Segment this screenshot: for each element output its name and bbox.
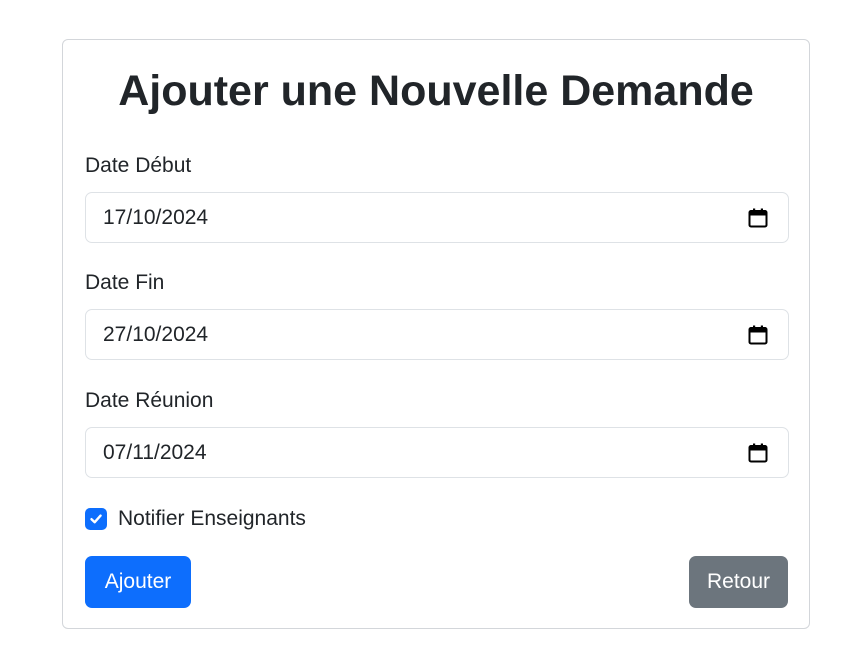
date-fin-label: Date Fin	[85, 271, 165, 294]
request-form-card: Ajouter une Nouvelle Demande Date Début …	[62, 39, 810, 629]
calendar-icon[interactable]	[748, 325, 768, 345]
notify-teachers-row: Notifier Enseignants	[85, 504, 306, 534]
calendar-icon[interactable]	[748, 443, 768, 463]
date-debut-value: 17/10/2024	[103, 206, 209, 229]
date-reunion-input[interactable]: 07/11/2024	[85, 427, 789, 478]
checkmark-icon	[90, 514, 102, 524]
retour-button[interactable]: Retour	[689, 556, 788, 608]
date-reunion-label: Date Réunion	[85, 389, 214, 412]
date-fin-input[interactable]: 27/10/2024	[85, 309, 789, 360]
date-debut-label: Date Début	[85, 154, 192, 177]
date-fin-value: 27/10/2024	[103, 323, 209, 346]
ajouter-button[interactable]: Ajouter	[85, 556, 191, 608]
page-title: Ajouter une Nouvelle Demande	[118, 67, 754, 115]
date-debut-input[interactable]: 17/10/2024	[85, 192, 789, 243]
date-reunion-value: 07/11/2024	[103, 441, 207, 464]
notify-teachers-label: Notifier Enseignants	[118, 507, 306, 530]
calendar-icon[interactable]	[748, 208, 768, 228]
notify-teachers-checkbox[interactable]	[85, 508, 107, 530]
